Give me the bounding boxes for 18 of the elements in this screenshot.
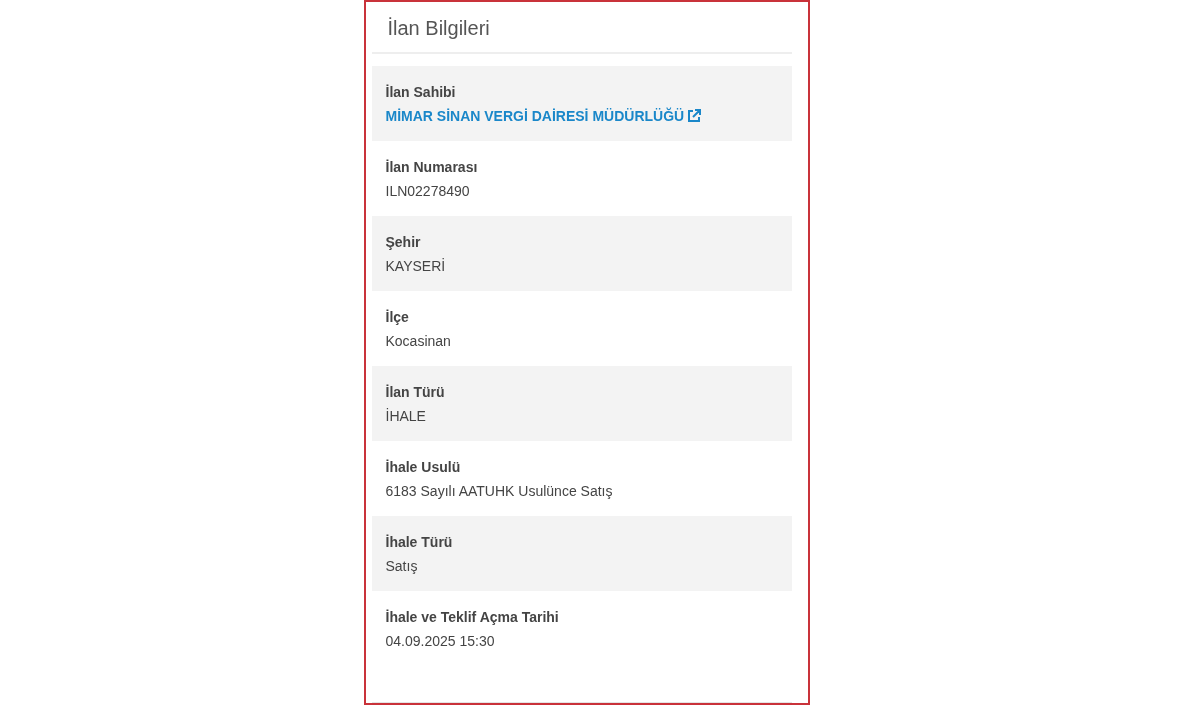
field-label: İlan Numarası [385, 157, 479, 176]
field-label: Şehir [385, 232, 422, 251]
field-label: İlan Türü [385, 382, 446, 401]
field-value: KAYSERİ [385, 256, 447, 275]
field-label: İlçe [385, 307, 410, 326]
field-label: İhale Usulü [385, 457, 462, 476]
field-value: ILN02278490 [385, 181, 471, 200]
panel-title: İlan Bilgileri [387, 16, 490, 41]
field-label: İlan Sahibi [385, 82, 457, 101]
field-label: İhale ve Teklif Açma Tarihi [385, 607, 560, 626]
field-value: 04.09.2025 15:30 [385, 631, 496, 650]
field-value: Satış [385, 556, 419, 575]
field-value: Kocasinan [385, 331, 452, 350]
external-link-icon [687, 108, 702, 123]
owner-link[interactable]: MİMAR SİNAN VERGİ DAİRESİ MÜDÜRLÜĞÜ [385, 106, 778, 125]
field-value: İHALE [385, 406, 427, 425]
field-label: İhale Türü [385, 532, 454, 551]
field-value: 6183 Sayılı AATUHK Usulünce Satış [385, 481, 614, 500]
